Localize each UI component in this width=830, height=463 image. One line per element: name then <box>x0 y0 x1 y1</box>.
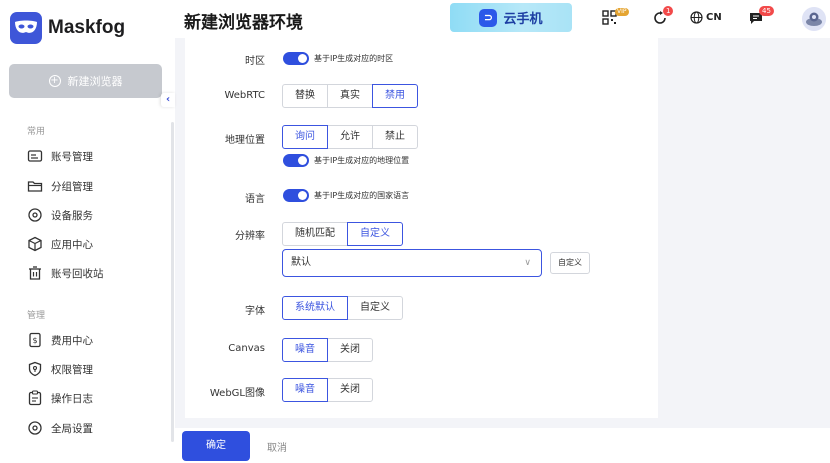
message-badge: 45 <box>759 6 774 16</box>
svg-text:$: $ <box>32 336 37 345</box>
geo-segmented: 询问 允许 禁止 <box>282 125 418 149</box>
cube-icon <box>28 236 42 252</box>
nav-label: 全局设置 <box>51 422 93 435</box>
nav-label: 账号管理 <box>51 150 93 163</box>
footer-actions: 确定 取消 <box>175 428 830 463</box>
font-label: 字体 <box>245 306 265 317</box>
chevron-down-icon: ∨ <box>524 258 531 268</box>
webgl-segmented: 噪音 关闭 <box>282 378 373 402</box>
webgl-label: WebGL图像 <box>209 388 265 399</box>
cloud-phone-banner[interactable]: ⊃ 云手机 <box>450 3 572 32</box>
language-label: CN <box>706 12 722 23</box>
nav-item-device-service[interactable]: 设备服务 <box>27 206 93 224</box>
vip-badge: VIP <box>615 8 629 16</box>
shield-icon <box>28 361 42 377</box>
browser-settings-form: 时区 基于IP生成对应的时区 WebRTC 替换 真实 禁用 地理位置 询问 允… <box>185 38 658 418</box>
timezone-toggle-text: 基于IP生成对应的时区 <box>314 54 394 63</box>
nav-item-operation-log[interactable]: 操作日志 <box>27 389 93 407</box>
sidebar: Maskfog + 新建浏览器 ‹ 常用 账号管理 分组管理 设备服务 应用中心… <box>0 0 175 463</box>
plus-icon: + <box>48 75 61 87</box>
cancel-button[interactable]: 取消 <box>267 439 287 454</box>
nav-item-account-management[interactable]: 账号管理 <box>27 147 93 165</box>
canvas-label: Canvas <box>228 343 265 354</box>
language-switcher[interactable]: CN <box>690 11 722 24</box>
section-title-common: 常用 <box>27 127 46 137</box>
nav-label: 分组管理 <box>51 180 93 193</box>
nav-label: 操作日志 <box>51 392 93 405</box>
user-avatar-icon <box>802 7 826 31</box>
timezone-label: 时区 <box>245 56 265 67</box>
webrtc-option-replace[interactable]: 替换 <box>282 84 328 108</box>
app-logo[interactable]: Maskfog <box>10 12 125 44</box>
resolution-select-value: 默认 <box>291 257 311 268</box>
nav-label: 账号回收站 <box>51 267 104 280</box>
resolution-custom-button[interactable]: 自定义 <box>550 252 590 274</box>
webrtc-segmented: 替换 真实 禁用 <box>282 84 418 108</box>
sidebar-scrollbar[interactable] <box>171 122 174 442</box>
nav-label: 设备服务 <box>51 209 93 222</box>
canvas-segmented: 噪音 关闭 <box>282 338 373 362</box>
font-option-system[interactable]: 系统默认 <box>282 296 348 320</box>
resolution-option-random[interactable]: 随机匹配 <box>282 222 348 246</box>
avatar[interactable] <box>802 7 826 31</box>
nav-label: 应用中心 <box>51 238 93 251</box>
nav-item-app-center[interactable]: 应用中心 <box>27 235 93 253</box>
nav-item-global-settings[interactable]: 全局设置 <box>27 419 93 437</box>
geo-option-ask[interactable]: 询问 <box>282 125 328 149</box>
globe-icon <box>690 11 703 24</box>
nav-item-group-management[interactable]: 分组管理 <box>27 177 93 195</box>
mask-logo-icon <box>10 12 42 44</box>
canvas-option-off[interactable]: 关闭 <box>327 338 373 362</box>
font-segmented: 系统默认 自定义 <box>282 296 403 320</box>
gear-icon <box>28 421 42 435</box>
confirm-button[interactable]: 确定 <box>182 431 250 461</box>
new-browser-label: 新建浏览器 <box>67 75 123 88</box>
webrtc-option-disable[interactable]: 禁用 <box>372 84 418 108</box>
webgl-option-noise[interactable]: 噪音 <box>282 378 328 402</box>
collapse-sidebar-chevron-icon[interactable]: ‹ <box>161 93 175 107</box>
folder-icon <box>27 181 43 192</box>
top-header: 新建浏览器环境 ⊃ 云手机 VIP 1 CN 45 <box>175 0 830 38</box>
notification-badge: 1 <box>663 6 674 16</box>
geo-option-allow[interactable]: 允许 <box>327 125 373 149</box>
trash-icon <box>29 266 41 280</box>
geo-label: 地理位置 <box>225 135 265 146</box>
language-setting-label: 语言 <box>245 194 265 205</box>
resolution-label: 分辨率 <box>235 231 265 242</box>
geo-option-block[interactable]: 禁止 <box>372 125 418 149</box>
webrtc-label: WebRTC <box>224 90 265 101</box>
language-toggle[interactable] <box>283 189 309 202</box>
section-title-manage: 管理 <box>27 311 46 321</box>
geo-toggle-text: 基于IP生成对应的地理位置 <box>314 156 410 165</box>
location-pin-icon <box>28 208 42 222</box>
bill-icon: $ <box>29 332 41 348</box>
cloud-phone-icon: ⊃ <box>479 8 498 27</box>
resolution-option-custom[interactable]: 自定义 <box>347 222 403 246</box>
nav-item-recycle-bin[interactable]: 账号回收站 <box>27 264 104 282</box>
timezone-toggle[interactable] <box>283 52 309 65</box>
language-toggle-text: 基于IP生成对应的国家语言 <box>314 191 410 200</box>
nav-item-billing-center[interactable]: $ 费用中心 <box>27 331 93 349</box>
page-title: 新建浏览器环境 <box>184 13 303 33</box>
cloud-phone-label: 云手机 <box>503 12 543 27</box>
font-option-custom[interactable]: 自定义 <box>347 296 403 320</box>
id-card-icon <box>27 150 43 162</box>
canvas-option-noise[interactable]: 噪音 <box>282 338 328 362</box>
new-browser-button[interactable]: + 新建浏览器 <box>9 64 162 98</box>
right-blank-panel <box>658 38 830 428</box>
resolution-segmented: 随机匹配 自定义 <box>282 222 403 246</box>
nav-label: 权限管理 <box>51 363 93 376</box>
app-name: Maskfog <box>48 17 126 38</box>
clipboard-icon <box>28 390 42 406</box>
resolution-select[interactable]: 默认 ∨ <box>282 249 542 277</box>
nav-label: 费用中心 <box>51 334 93 347</box>
webgl-option-off[interactable]: 关闭 <box>327 378 373 402</box>
nav-item-permission-management[interactable]: 权限管理 <box>27 360 93 378</box>
geo-toggle[interactable] <box>283 154 309 167</box>
webrtc-option-real[interactable]: 真实 <box>327 84 373 108</box>
